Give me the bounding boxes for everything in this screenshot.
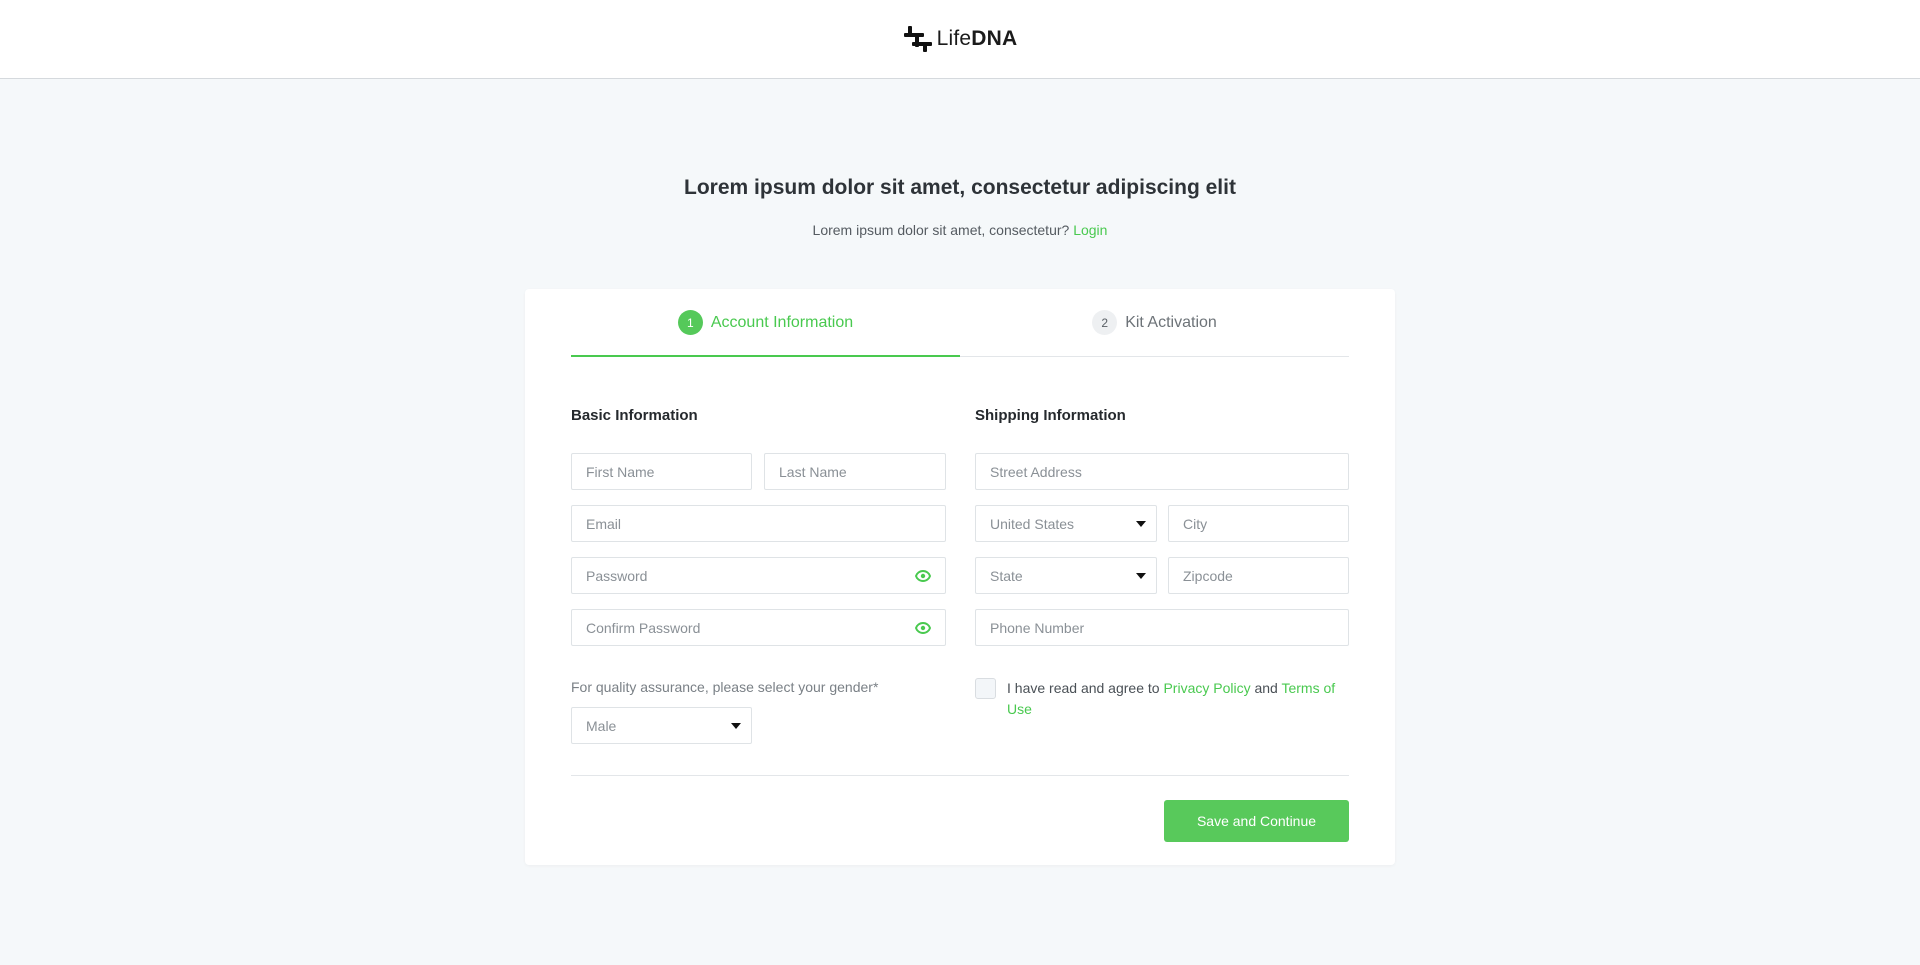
registration-card: 1 Account Information 2 Kit Activation B… xyxy=(525,289,1395,865)
login-link[interactable]: Login xyxy=(1073,222,1107,238)
first-name-field[interactable] xyxy=(571,453,752,490)
shipping-information-title: Shipping Information xyxy=(975,407,1126,424)
state-select[interactable]: State xyxy=(975,557,1157,594)
gender-label: For quality assurance, please select you… xyxy=(571,679,879,695)
country-select[interactable]: United States xyxy=(975,505,1157,542)
caret-down-icon xyxy=(1136,572,1146,579)
step-label: Account Information xyxy=(710,313,854,331)
form-divider xyxy=(571,775,1349,776)
street-address-field[interactable] xyxy=(975,453,1349,490)
confirm-password-field[interactable] xyxy=(571,609,946,646)
terms-agreement: I have read and agree to Privacy Policy … xyxy=(975,678,1349,720)
zipcode-input[interactable] xyxy=(1183,567,1334,584)
agreement-text: I have read and agree to Privacy Policy … xyxy=(1007,678,1349,720)
agreement-prefix: I have read and agree to xyxy=(1007,680,1160,696)
step-label: Kit Activation xyxy=(1125,313,1217,331)
step-tabs: 1 Account Information 2 Kit Activation xyxy=(571,289,1349,357)
eye-icon[interactable] xyxy=(915,621,931,634)
caret-down-icon xyxy=(1136,520,1146,527)
step-number: 2 xyxy=(1092,310,1118,335)
email-input[interactable] xyxy=(586,515,931,532)
page-subtitle: Lorem ipsum dolor sit amet, consectetur?… xyxy=(0,222,1920,238)
gender-select[interactable]: Male xyxy=(571,707,752,744)
eye-icon[interactable] xyxy=(915,569,931,582)
password-field[interactable] xyxy=(571,557,946,594)
street-address-input[interactable] xyxy=(990,463,1334,480)
gender-value: Male xyxy=(586,717,617,734)
logo-mark-icon xyxy=(903,26,932,52)
password-input[interactable] xyxy=(586,567,915,584)
phone-number-field[interactable] xyxy=(975,609,1349,646)
phone-number-input[interactable] xyxy=(990,619,1334,636)
country-value: United States xyxy=(990,515,1075,532)
step-number: 1 xyxy=(677,310,703,335)
basic-information-title: Basic Information xyxy=(571,407,698,424)
agree-checkbox[interactable] xyxy=(975,678,996,699)
agreement-and: and xyxy=(1254,680,1278,696)
subtitle-text: Lorem ipsum dolor sit amet, consectetur? xyxy=(812,222,1070,238)
zipcode-field[interactable] xyxy=(1168,557,1349,594)
city-field[interactable] xyxy=(1168,505,1349,542)
state-value: State xyxy=(990,567,1023,584)
confirm-password-input[interactable] xyxy=(586,619,915,636)
last-name-input[interactable] xyxy=(779,463,931,480)
caret-down-icon xyxy=(731,722,741,729)
save-and-continue-button[interactable]: Save and Continue xyxy=(1164,800,1349,842)
email-field[interactable] xyxy=(571,505,946,542)
tab-account-information[interactable]: 1 Account Information xyxy=(571,289,960,357)
page-title: Lorem ipsum dolor sit amet, consectetur … xyxy=(684,176,1236,199)
logo-text: LifeDNA xyxy=(936,27,1018,50)
city-input[interactable] xyxy=(1183,515,1334,532)
lifedna-logo[interactable]: LifeDNA xyxy=(903,24,1018,54)
last-name-field[interactable] xyxy=(764,453,946,490)
privacy-policy-link[interactable]: Privacy Policy xyxy=(1163,680,1250,696)
top-header: LifeDNA xyxy=(0,0,1920,79)
tab-kit-activation[interactable]: 2 Kit Activation xyxy=(960,289,1349,356)
first-name-input[interactable] xyxy=(586,463,737,480)
